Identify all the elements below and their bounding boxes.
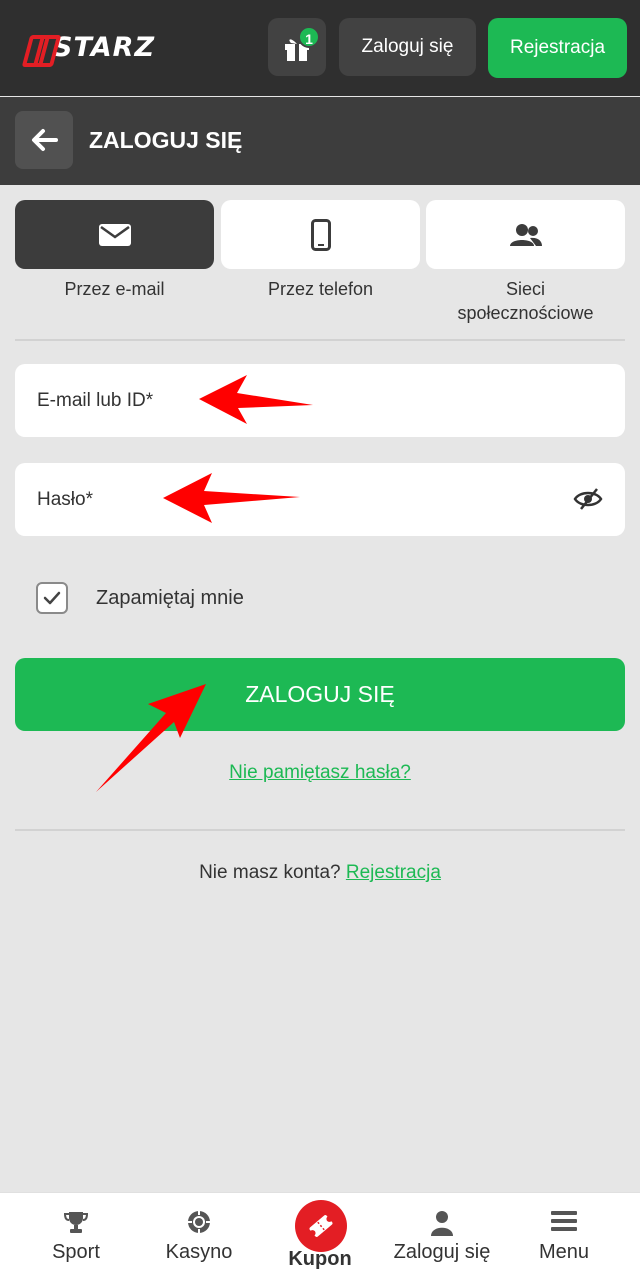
email-field-label: E-mail lub ID* xyxy=(37,390,154,411)
nav-kupon-label: Kupon xyxy=(288,1248,352,1270)
eye-hidden-icon[interactable] xyxy=(573,487,603,511)
users-icon xyxy=(509,223,542,246)
arrow-left-icon xyxy=(32,129,58,151)
tab-social[interactable] xyxy=(426,200,625,269)
remember-checkbox[interactable] xyxy=(36,582,68,614)
nav-login[interactable]: Zaloguj się xyxy=(378,1193,506,1280)
envelope-icon xyxy=(98,223,131,246)
tab-social-label-line1: Sieci xyxy=(505,279,545,299)
nav-sport-label: Sport xyxy=(52,1241,100,1263)
password-field-label: Hasło* xyxy=(37,489,93,510)
tab-social-label-line2: społecznościowe xyxy=(457,303,594,323)
nav-sport[interactable]: Sport xyxy=(12,1193,140,1280)
logo-mark-icon xyxy=(24,35,52,59)
phone-icon xyxy=(310,218,331,251)
kupon-button[interactable] xyxy=(295,1200,347,1252)
remember-label: Zapamiętaj mnie xyxy=(96,587,244,609)
trophy-icon xyxy=(64,1212,88,1233)
login-button[interactable]: Zaloguj się xyxy=(339,18,476,76)
gift-button[interactable]: 1 xyxy=(268,18,326,76)
nav-menu[interactable]: Menu xyxy=(500,1193,628,1280)
divider-2 xyxy=(15,829,625,831)
email-field[interactable]: E-mail lub ID* xyxy=(15,364,625,437)
register-button[interactable]: Rejestracja xyxy=(488,18,627,78)
checkmark-icon xyxy=(43,591,61,605)
no-account-row: Nie masz konta? Rejestracja xyxy=(0,862,640,884)
nav-login-label: Zaloguj się xyxy=(393,1241,491,1263)
casino-chip-icon xyxy=(188,1211,210,1233)
top-bar: STARZ 1 Zaloguj się Rejestracja xyxy=(0,0,640,96)
logo-text: STARZ xyxy=(53,31,156,63)
annotation-arrow-icon xyxy=(199,375,313,424)
tab-phone-label: Przez telefon xyxy=(267,279,374,299)
password-field[interactable]: Hasło* xyxy=(15,463,625,536)
register-link[interactable]: Rejestracja xyxy=(346,862,441,883)
tab-phone[interactable] xyxy=(221,200,420,269)
back-button[interactable] xyxy=(15,111,73,169)
nav-casino-label: Kasyno xyxy=(165,1241,233,1263)
no-account-text: Nie masz konta? xyxy=(199,862,341,883)
logo[interactable]: STARZ xyxy=(24,30,155,64)
forgot-password-link[interactable]: Nie pamiętasz hasła? xyxy=(229,762,411,783)
page-header: ZALOGUJ SIĘ xyxy=(0,97,640,185)
hamburger-icon xyxy=(551,1211,577,1231)
nav-menu-label: Menu xyxy=(538,1241,590,1263)
nav-casino[interactable]: Kasyno xyxy=(135,1193,263,1280)
tab-email-label: Przez e-mail xyxy=(64,279,165,299)
gift-count-badge: 1 xyxy=(298,26,320,48)
tab-email[interactable] xyxy=(15,200,214,269)
ticket-icon xyxy=(309,1215,333,1237)
annotation-arrow-icon xyxy=(163,473,300,523)
divider xyxy=(15,339,625,341)
annotation-arrow-icon xyxy=(96,684,206,792)
user-icon xyxy=(431,1211,453,1236)
page-title: ZALOGUJ SIĘ xyxy=(89,127,243,153)
